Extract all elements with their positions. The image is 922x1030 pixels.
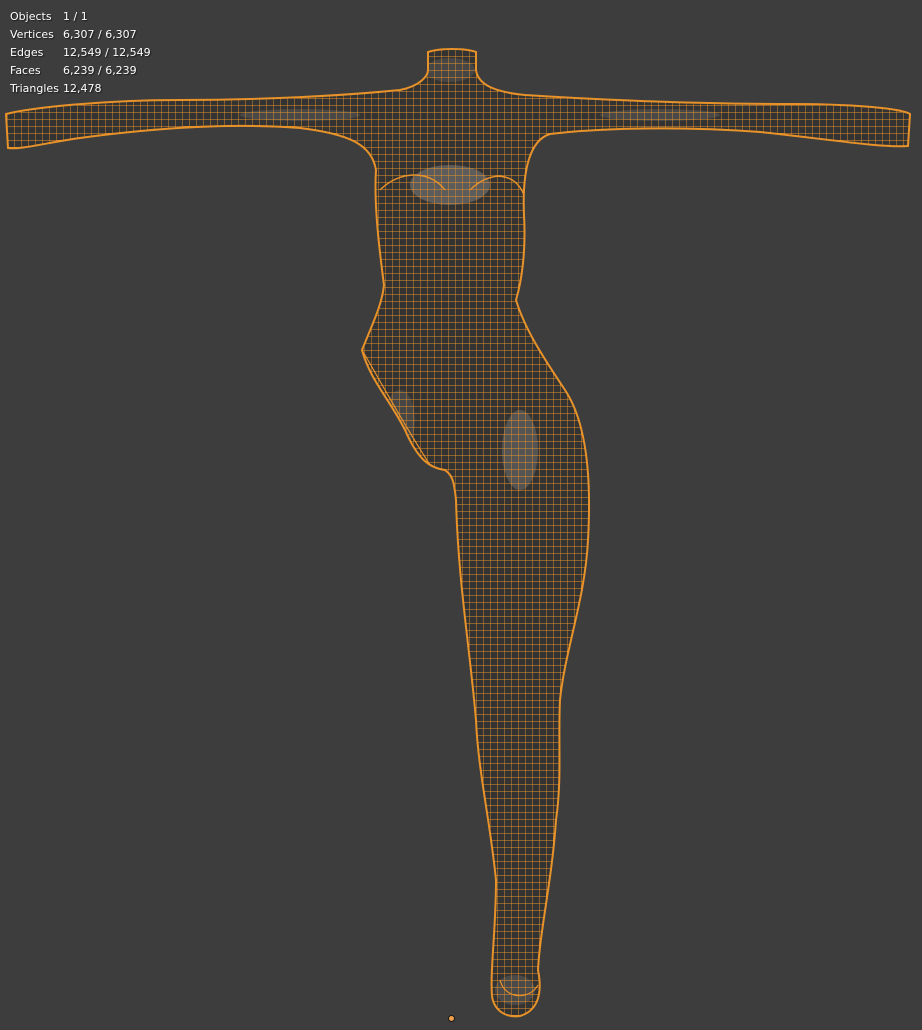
- stat-label: Vertices: [10, 28, 54, 41]
- stat-edges: Edges 12,549 / 12,549: [10, 44, 151, 62]
- stat-objects: Objects 1 / 1: [10, 8, 151, 26]
- stat-value: 6,307 / 6,307: [63, 28, 137, 41]
- stat-vertices: Vertices 6,307 / 6,307: [10, 26, 151, 44]
- 3d-viewport[interactable]: Objects 1 / 1 Vertices 6,307 / 6,307 Edg…: [0, 0, 922, 1030]
- stat-label: Faces: [10, 64, 41, 77]
- stat-label: Triangles: [10, 82, 59, 95]
- stat-triangles: Triangles 12,478: [10, 80, 151, 98]
- stat-value: 1 / 1: [63, 10, 88, 23]
- object-origin-icon[interactable]: [448, 1015, 455, 1022]
- stat-value: 12,549 / 12,549: [63, 46, 151, 59]
- wireframe-mesh-icon[interactable]: [0, 0, 922, 1030]
- stat-faces: Faces 6,239 / 6,239: [10, 62, 151, 80]
- stat-value: 6,239 / 6,239: [63, 64, 137, 77]
- stat-label: Objects: [10, 10, 52, 23]
- scene-statistics-overlay: Objects 1 / 1 Vertices 6,307 / 6,307 Edg…: [10, 8, 151, 98]
- stat-label: Edges: [10, 46, 44, 59]
- stat-value: 12,478: [63, 82, 102, 95]
